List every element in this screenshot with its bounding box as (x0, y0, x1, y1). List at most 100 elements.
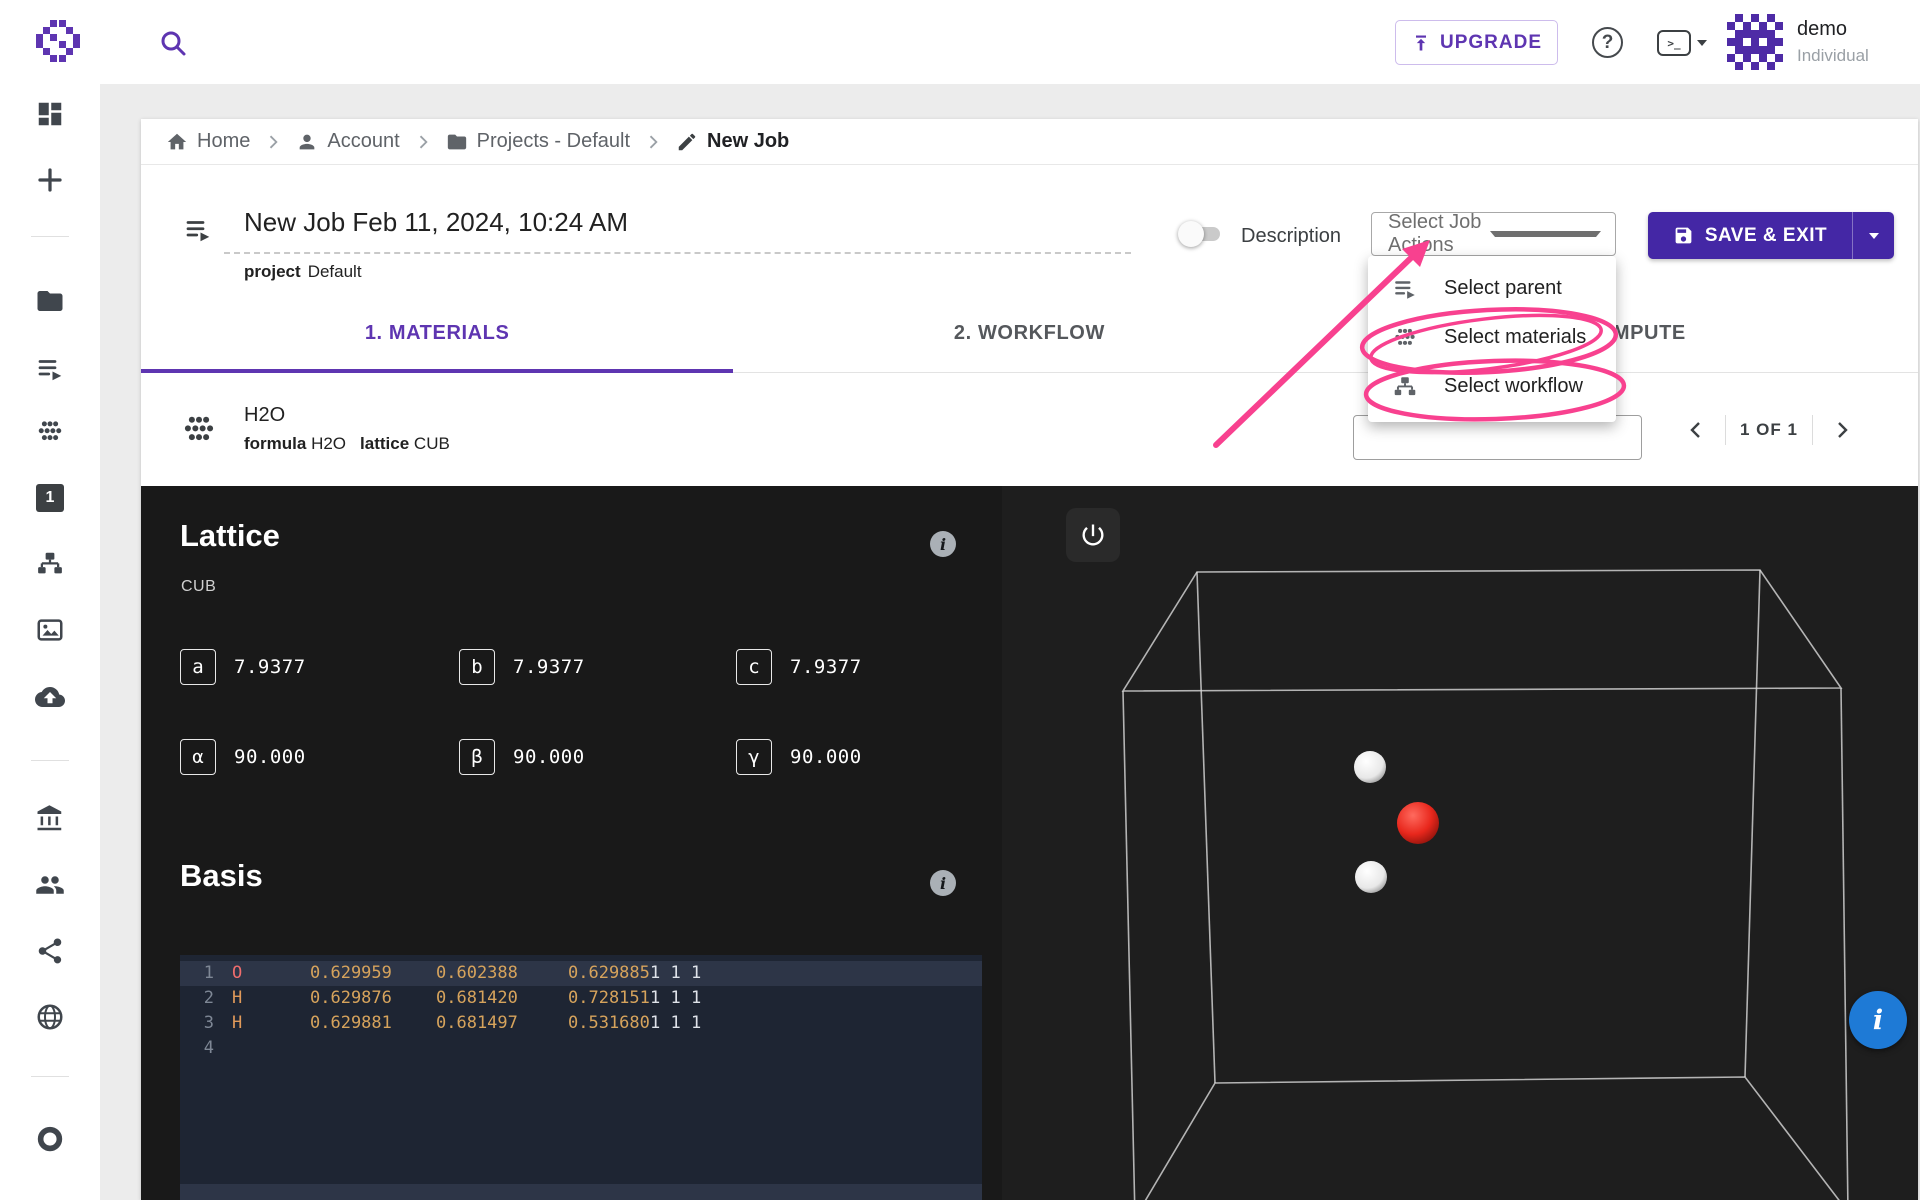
terminal-icon: >_ (1657, 30, 1691, 56)
pencil-icon (678, 133, 696, 150)
atom-oxygen (1397, 802, 1439, 844)
material-dots-icon (180, 411, 218, 449)
lattice-type: CUB (181, 578, 217, 595)
viewer-info-button[interactable]: i (1849, 991, 1907, 1049)
description-toggle[interactable] (1178, 221, 1224, 247)
save-exit-button[interactable]: SAVE & EXIT (1648, 212, 1894, 259)
lattice-param-a: a 7.9377 (180, 649, 306, 685)
material-pager: 1 OF 1 (1681, 409, 1857, 451)
lattice-param-alpha: α 90.000 (180, 739, 306, 775)
main-card: Home Account Projects - Default New Job (141, 119, 1918, 1200)
chevron-down-icon (1868, 232, 1879, 239)
upload-icon (1415, 35, 1426, 50)
create-new-icon[interactable] (35, 165, 65, 195)
breadcrumb: Home Account Projects - Default New Job (141, 119, 1918, 165)
pager-prev-button[interactable] (1681, 415, 1711, 445)
folder-icon (447, 134, 466, 149)
dashboard-icon[interactable] (35, 99, 65, 129)
share-icon[interactable] (35, 936, 65, 966)
cloud-upload-icon[interactable] (35, 682, 65, 712)
user-name: demo (1797, 18, 1848, 40)
jobs-list-icon[interactable] (35, 354, 65, 384)
atom-hydrogen (1355, 861, 1387, 893)
search-icon[interactable] (158, 28, 188, 58)
job-title[interactable]: New Job Feb 11, 2024, 10:24 AM (244, 207, 628, 238)
sidebar-divider (31, 760, 69, 761)
sidebar: 1 (0, 84, 100, 1200)
filter-1-icon[interactable]: 1 (36, 484, 64, 512)
chevron-down-icon (1489, 231, 1601, 237)
lattice-param-b: b 7.9377 (459, 649, 585, 685)
workflows-icon[interactable] (35, 549, 65, 579)
organization-icon[interactable] (35, 804, 65, 834)
select-parent-icon (1395, 280, 1415, 299)
topbar: UPGRADE ? >_ demo Individual (0, 0, 1920, 84)
user-plan: Individual (1797, 46, 1869, 65)
basis-info-icon[interactable]: i (930, 870, 956, 896)
editor-scrollbar[interactable] (180, 1184, 982, 1200)
basis-code-editor[interactable]: 1 O 0.629959 0.602388 0.6298851 1 1 2 H 0.6298… (180, 955, 982, 1200)
avatar[interactable] (1727, 14, 1783, 70)
projects-folder-icon[interactable] (35, 286, 65, 316)
breadcrumb-new-job: New Job (676, 130, 789, 153)
tabs: 1. MATERIALS 2. WORKFLOW 3. COMPUTE (141, 294, 1918, 373)
job-header: New Job Feb 11, 2024, 10:24 AM project De… (141, 165, 1918, 294)
terminal-button[interactable]: >_ (1657, 30, 1707, 56)
editor-panels: Lattice i CUB a 7.9377 b 7.9377 c 7.9377… (141, 486, 1918, 1200)
chevron-left-icon (1690, 422, 1700, 438)
job-actions-dropdown[interactable]: Select Job Actions (1371, 211, 1616, 256)
job-title-underline (224, 252, 1131, 254)
settings-ring-icon[interactable] (35, 1124, 65, 1154)
pager-count: 1 OF 1 (1740, 420, 1798, 439)
menu-item-select-materials[interactable]: Select materials (1368, 313, 1616, 362)
viewer-power-button[interactable] (1066, 508, 1120, 562)
basis-line: 1 O 0.629959 0.602388 0.6298851 1 1 (180, 961, 982, 986)
upgrade-button[interactable]: UPGRADE (1395, 20, 1558, 65)
save-icon (1675, 227, 1692, 244)
breadcrumb-account[interactable]: Account (296, 130, 400, 153)
basis-line: 3 H 0.629881 0.681497 0.5316801 1 1 (203, 1013, 702, 1033)
tab-materials[interactable]: 1. MATERIALS (141, 294, 733, 372)
chevron-right-icon (419, 135, 428, 148)
description-label: Description (1241, 225, 1342, 247)
material-summary: formula H2O lattice CUB (244, 434, 450, 453)
basis-line: 4 (203, 1038, 214, 1058)
lattice-param-gamma: γ 90.000 (736, 739, 862, 775)
menu-item-select-workflow[interactable]: Select workflow (1368, 362, 1616, 411)
help-icon[interactable]: ? (1592, 27, 1623, 58)
lattice-param-beta: β 90.000 (459, 739, 585, 775)
structure-viewer-panel[interactable]: i (1002, 486, 1918, 1200)
sidebar-divider (31, 236, 69, 237)
lattice-param-c: c 7.9377 (736, 649, 862, 685)
chevron-right-icon (649, 135, 658, 148)
team-icon[interactable] (35, 870, 65, 900)
globe-icon[interactable] (35, 1002, 65, 1032)
images-icon[interactable] (35, 615, 65, 645)
save-exit-dropdown[interactable] (1852, 212, 1894, 259)
sidebar-divider (31, 1076, 69, 1077)
pager-next-button[interactable] (1827, 415, 1857, 445)
chevron-right-icon (270, 135, 278, 148)
job-project: project Default (244, 262, 362, 281)
breadcrumb-projects[interactable]: Projects - Default (446, 130, 630, 153)
select-materials-icon (1395, 328, 1415, 345)
lattice-info-icon[interactable]: i (930, 531, 956, 557)
material-row: H2O formula H2O lattice CUB 1 OF 1 (141, 373, 1918, 486)
basis-title: Basis (180, 858, 263, 893)
page: UPGRADE ? >_ demo Individual 1 Home Acco… (0, 0, 1920, 1200)
job-list-icon (183, 215, 213, 245)
unit-cell-wireframe (1121, 569, 1849, 1200)
materials-icon[interactable] (35, 417, 65, 447)
breadcrumb-home[interactable]: Home (166, 130, 250, 153)
menu-item-select-parent[interactable]: Select parent (1368, 264, 1616, 313)
tab-workflow[interactable]: 2. WORKFLOW (733, 294, 1325, 372)
chevron-right-icon (1838, 422, 1848, 438)
material-name: H2O (244, 404, 286, 426)
basis-line: 2 H 0.629876 0.681420 0.7281511 1 1 (203, 988, 702, 1008)
person-icon (300, 134, 315, 149)
home-icon (167, 133, 187, 149)
lattice-title: Lattice (180, 518, 280, 553)
app-logo-icon[interactable] (36, 20, 80, 64)
structure-3d-view[interactable] (1002, 486, 1918, 1200)
material-editor-panel: Lattice i CUB a 7.9377 b 7.9377 c 7.9377… (141, 486, 1002, 1200)
